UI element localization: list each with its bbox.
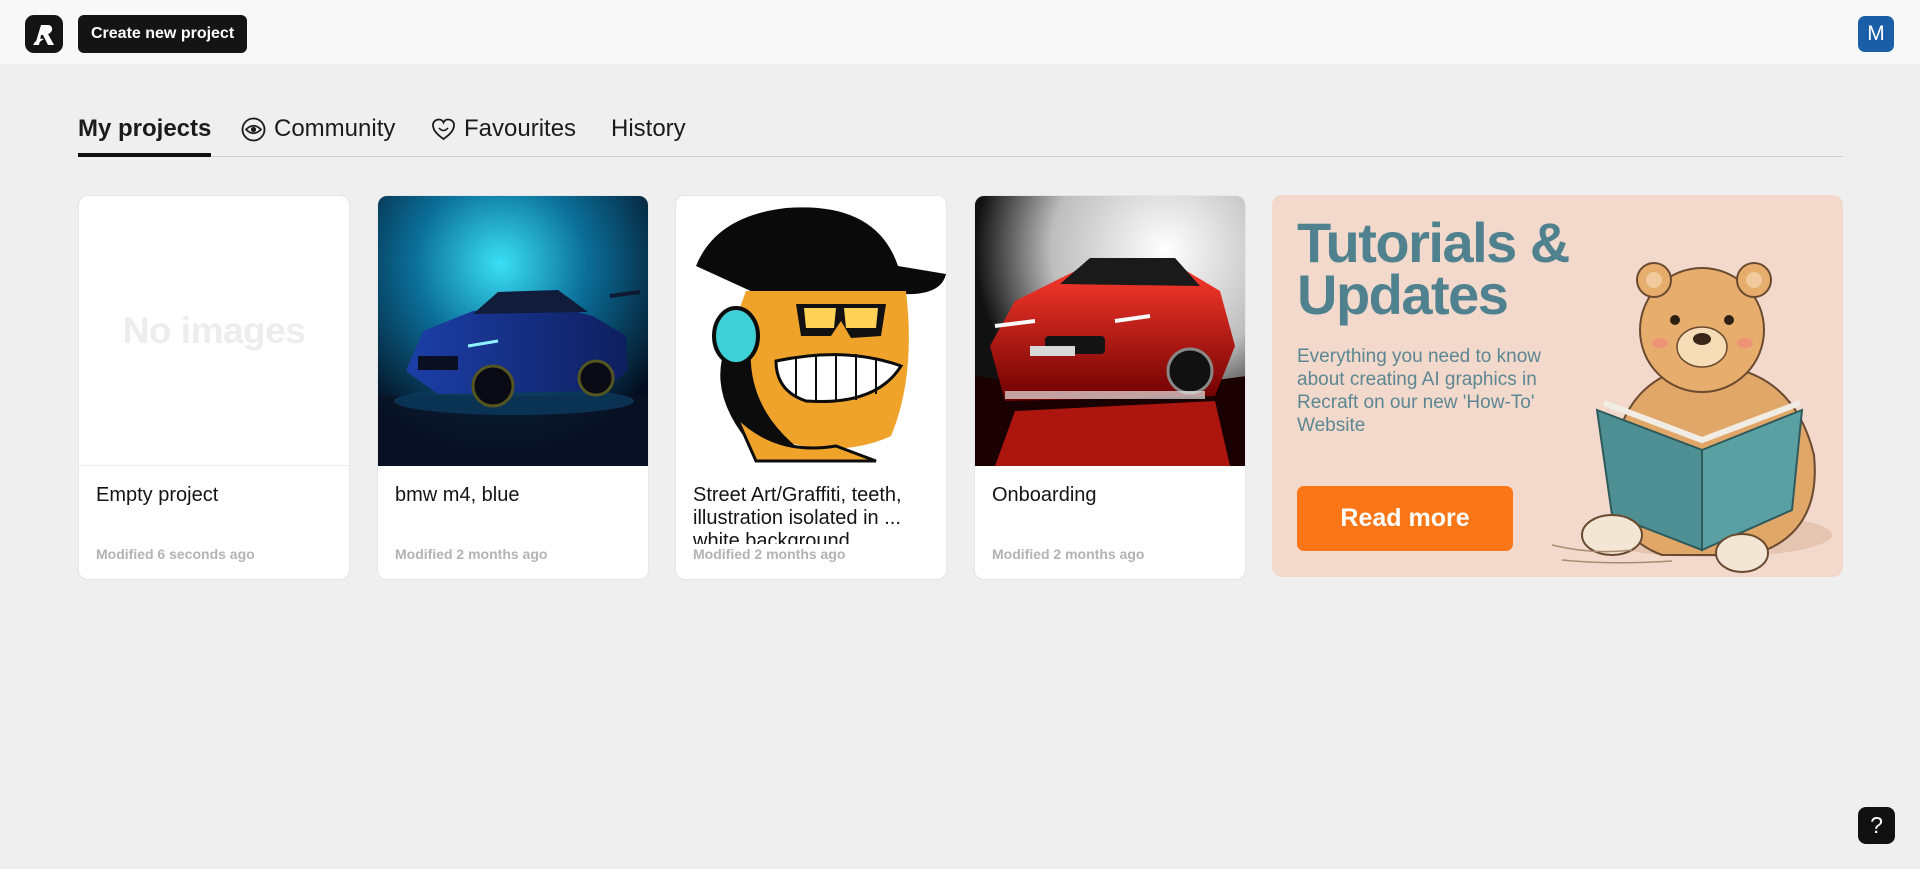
tab-community[interactable]: Community [241,115,395,157]
tutorials-description: Everything you need to know about creati… [1297,346,1541,436]
project-card[interactable]: bmw m4, blue Modified 2 months ago [377,195,649,580]
tab-favourites[interactable]: Favourites [431,115,576,157]
project-modified: Modified 6 seconds ago [96,546,259,562]
project-card[interactable]: No images Empty project Modified 6 secon… [78,195,350,580]
project-thumbnail [676,196,946,466]
project-title: Street Art/Graffiti, teeth, illustration… [693,484,902,544]
tab-label: Community [274,115,396,142]
tab-history[interactable]: History [611,115,686,157]
recraft-logo-icon[interactable] [25,15,63,53]
heart-icon [431,117,456,142]
tab-label: Favourites [464,115,577,142]
project-modified: Modified 2 months ago [992,546,1149,562]
eye-icon [241,117,266,142]
no-images-placeholder: No images [122,309,306,351]
create-new-project-button[interactable]: Create new project [78,15,248,53]
project-thumbnail [975,196,1245,466]
tab-my-projects[interactable]: My projects [78,115,212,157]
project-modified: Modified 2 months ago [395,546,552,562]
tab-label: My projects [78,115,212,142]
help-button[interactable]: ? [1858,807,1895,844]
project-title: Onboarding [992,484,1097,506]
project-modified: Modified 2 months ago [693,546,850,562]
project-card[interactable]: Street Art/Graffiti, teeth, illustration… [675,195,947,580]
bear-reading-illustration [1552,262,1832,573]
project-title: Empty project [96,484,219,506]
project-thumbnail: No images [79,196,349,466]
top-bar: Create new project M [0,0,1920,64]
project-title: bmw m4, blue [395,484,520,506]
tab-label: History [611,115,686,142]
tutorials-banner[interactable]: Tutorials & Updates Everything you need … [1272,195,1843,577]
project-tabs: My projects Community Favourites History [78,105,1843,157]
user-avatar[interactable]: M [1858,16,1894,52]
read-more-button[interactable]: Read more [1297,486,1513,551]
project-thumbnail [378,196,648,466]
project-card[interactable]: Onboarding Modified 2 months ago [974,195,1246,580]
